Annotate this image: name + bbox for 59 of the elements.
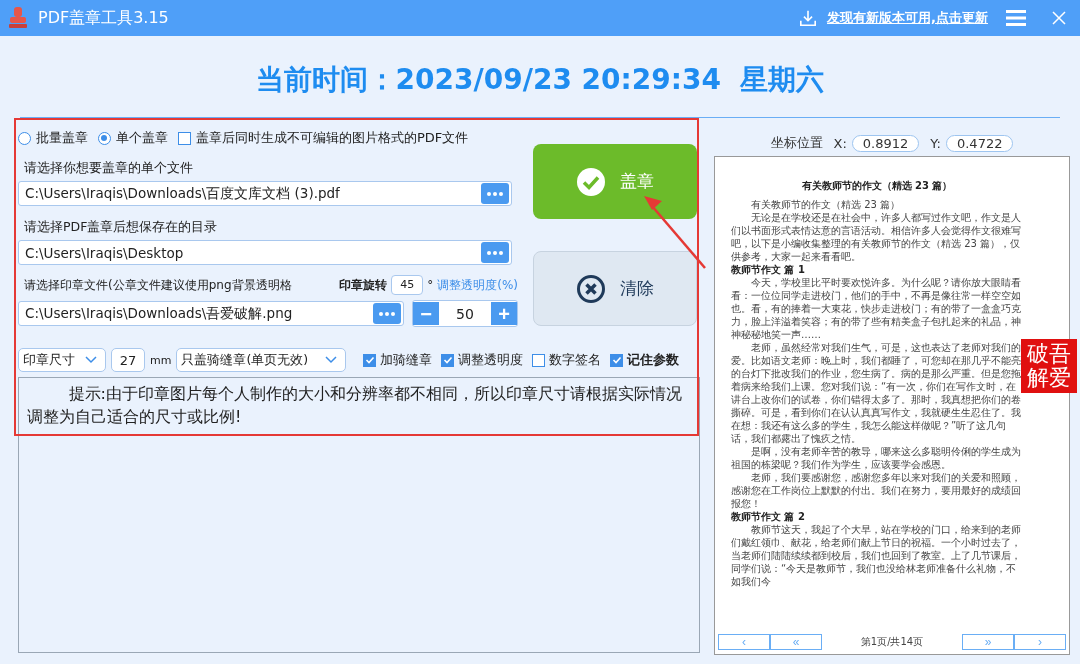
seal-path-field[interactable]: C:\Users\Iraqis\Downloads\吾爱破解.png bbox=[18, 301, 404, 326]
field-label: 请选择印章文件(公章文件建议使用png背景透明格 bbox=[24, 276, 292, 294]
opacity-field[interactable]: 50 bbox=[439, 305, 491, 322]
hint-text: 提示:由于印章图片每个人制作的大小和分辨率都不相同，所以印章尺寸请根据实际情况调整为自己适合的尺寸或比例! bbox=[27, 384, 682, 427]
document-paragraph: 老师，我们要感谢您，感谢您多年以来对我们的关爱和照顾，感谢您在工作岗位上默默的付出。我们在努力，要用最好的成绩回报您！ bbox=[731, 471, 1022, 510]
document-heading: 教师节作文 篇 1 bbox=[731, 263, 806, 276]
field-label: 请选择PDF盖章后想保存在的目录 bbox=[24, 219, 219, 236]
browse-button[interactable] bbox=[481, 242, 509, 263]
checkbox-option[interactable]: 数字签名 bbox=[532, 351, 602, 369]
browse-button[interactable] bbox=[481, 183, 509, 204]
document-paragraph: 教师节这天，我起了个大早，站在学校的门口，给来到的老师们戴红领巾、献花，给老师们献上节日的祝福。一个小时过去了，当老师们陆陆续续都到校后，我们也回到了教室。上了几节课后，同学们说：“今天是教师节，我们也没给林老师准备什么礼物，不如我们今 bbox=[731, 523, 1022, 588]
coordinate-label: 坐标位置 bbox=[770, 134, 823, 152]
y-coordinate-field[interactable]: 0.4722 bbox=[945, 134, 1014, 152]
checkmark-icon bbox=[364, 355, 375, 365]
chevron-down-icon bbox=[85, 356, 97, 364]
stamp-mode-dropdown[interactable]: 只盖骑缝章(单页无效) bbox=[176, 348, 347, 372]
field-label: 请选择你想要盖章的单个文件 bbox=[24, 160, 194, 177]
radio-option[interactable]: 批量盖章 bbox=[18, 129, 88, 147]
size-dropdown[interactable]: 印章尺寸 bbox=[18, 348, 106, 372]
document-title: 有关教师节的作文（精选 23 篇） bbox=[800, 179, 954, 192]
document-paragraph: 有关教师节的作文（精选 23 篇） bbox=[750, 198, 902, 211]
rotation-label: 印章旋转 bbox=[339, 276, 388, 294]
x-coordinate-field[interactable]: 0.8912 bbox=[851, 134, 920, 152]
radio-option[interactable]: 单个盖章 bbox=[98, 129, 168, 147]
seal-stamp: 破吾解爱 bbox=[1021, 339, 1077, 394]
document-paragraph: 是啊，没有老师辛苦的教导，哪来这么多聪明伶俐的学生成为祖国的栋梁呢？我们作为学生，应该要学会感恩。 bbox=[731, 445, 1022, 471]
checkbox-option[interactable]: 记住参数 bbox=[610, 351, 680, 369]
checkbox-option[interactable]: 调整透明度 bbox=[441, 351, 524, 369]
file-path-field[interactable]: C:\Users\Iraqis\Downloads\百度文库文档 (3).pdf bbox=[18, 181, 512, 206]
window-title: PDF盖章工具3.15 bbox=[38, 7, 169, 29]
clear-button[interactable]: 清除 bbox=[533, 251, 697, 326]
x-label: X: bbox=[833, 135, 847, 151]
browse-button[interactable] bbox=[373, 303, 401, 324]
clock-heading: 当前时间：2023/09/23 20:29:34 星期六 bbox=[255, 61, 825, 98]
dots-icon bbox=[379, 311, 395, 316]
download-icon[interactable] bbox=[799, 9, 818, 27]
checkmark-icon bbox=[442, 355, 453, 365]
check-circle-icon bbox=[576, 166, 606, 197]
chevron-down-icon bbox=[325, 356, 338, 364]
checkbox-option[interactable]: 加骑缝章 bbox=[363, 351, 433, 369]
document-paragraph: 今天，学校里比平时要欢悦许多。为什么呢？请你放大眼睛看看：一位位同学走进校门，他们的手中，不再是像往常一样空空如也。看，有的捧着一大束花，快步走进校门；有的带了一盒盒巧克力，脸上洋溢着笑容；有的带了些有精美盒子包扎起来的礼品，神神秘秘地笑一声…… bbox=[731, 276, 1022, 341]
document-paragraph: 老师，虽然经常对我们生气，可是，这也表达了老师对我们的爱。比如语文老师：晚上时，我们都睡了，可您却在那几乎不能亮的台灯下批改我们的作业，您生病了。病的是那么严重。但是您拖着病来给我们上课。您对我们说：“有一次，你们在写作文时，在讲台上改你们的试卷，你们错得太多了。那时，我真想把你们的卷撕碎。可是，看到你们在认认真真写作文，我就硬生生忍住了。我在想：我还有这么多的学生，我怎么能这样做呢？”听了这几句话，我们都露出了愧疚之情。 bbox=[731, 341, 1022, 445]
size-field[interactable]: 27 bbox=[111, 348, 145, 372]
close-icon[interactable] bbox=[1052, 11, 1066, 25]
stamp-icon bbox=[8, 6, 28, 30]
checkbox-option[interactable]: 盖章后同时生成不可编辑的图片格式的PDF文件 bbox=[178, 129, 469, 147]
degree-unit: ° bbox=[427, 278, 434, 292]
document-heading: 教师节作文 篇 2 bbox=[731, 510, 806, 523]
page-indicator: 第1页/共14页 bbox=[859, 635, 925, 649]
unit-label: mm bbox=[150, 353, 172, 367]
rotation-field[interactable]: 45 bbox=[391, 275, 424, 295]
menu-icon[interactable] bbox=[1006, 10, 1026, 26]
folder-path-field[interactable]: C:\Users\Iraqis\Desktop bbox=[18, 240, 512, 265]
document-paragraph: 无论是在学校还是在社会中，许多人都写过作文吧，作文是人们以书面形式表情达意的言语活动。相信许多人会觉得作文很难写吧，以下是小编收集整理的有关教师节的作文（精选 23 篇），仅供参考，大家一起来看看吧。 bbox=[731, 211, 1022, 263]
y-label: Y: bbox=[930, 135, 941, 151]
checkmark-icon bbox=[611, 355, 622, 365]
close-circle-icon bbox=[576, 273, 606, 304]
dots-icon bbox=[487, 250, 503, 255]
dots-icon bbox=[487, 191, 503, 196]
